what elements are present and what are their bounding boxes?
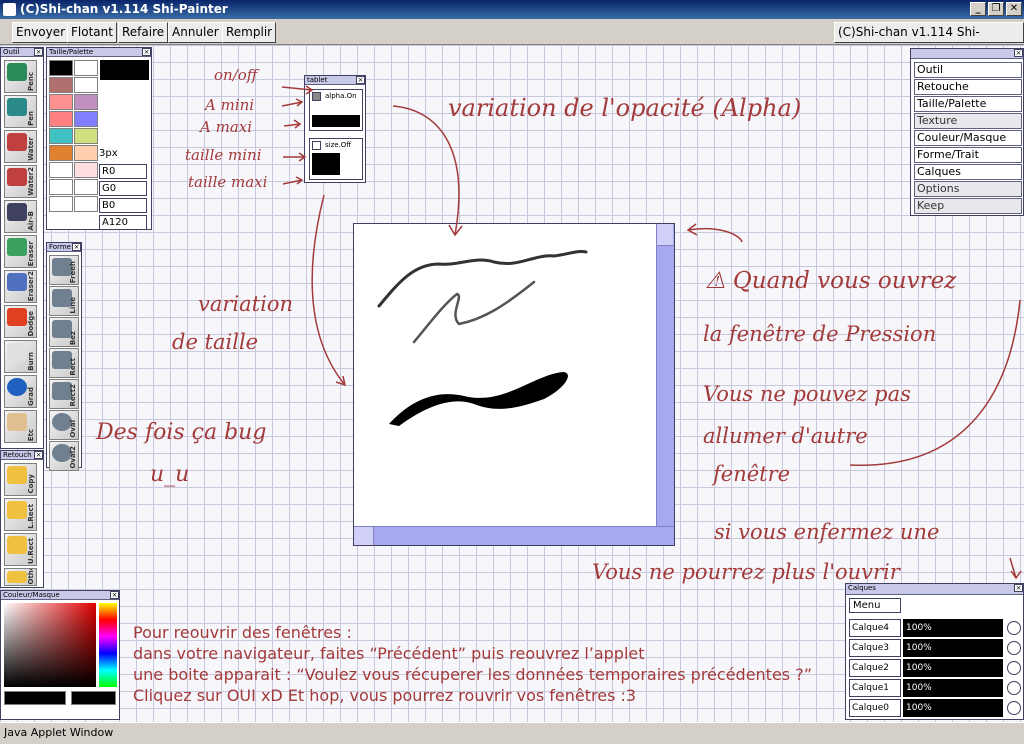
status-bar: Java Applet Window xyxy=(0,722,1024,744)
instruction-line: Pour reouvrir des fenêtres : xyxy=(133,623,352,642)
instructions-block: Pour reouvrir des fenêtres : dans votre … xyxy=(133,622,812,706)
instruction-line: dans votre navigateur, faites “Précédent… xyxy=(133,644,645,663)
instruction-line: une boite apparait : “Voulez vous récupe… xyxy=(133,665,812,684)
instruction-line: Cliquez sur OUI xD Et hop, vous pourrez … xyxy=(133,686,637,705)
status-text: Java Applet Window xyxy=(4,726,114,739)
